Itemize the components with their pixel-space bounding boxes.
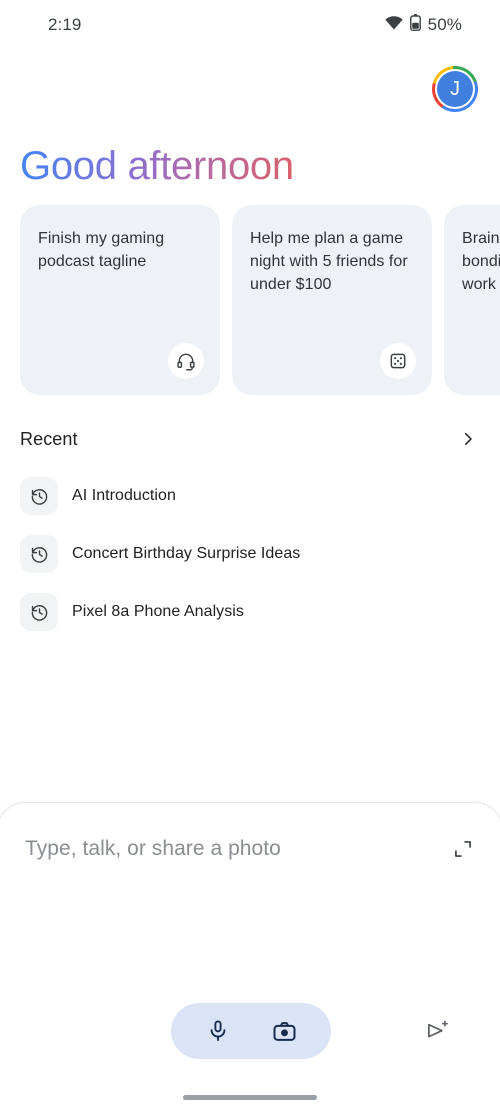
suggestion-card[interactable]: Brainstorm team bonding ideas for a work (444, 205, 500, 395)
headset-icon (168, 343, 204, 379)
list-item-label: Concert Birthday Surprise Ideas (72, 545, 301, 562)
history-icon (20, 593, 58, 631)
microphone-icon[interactable] (198, 1011, 238, 1051)
suggestion-card-text: Finish my gaming podcast tagline (38, 230, 165, 270)
composer-input-row (25, 835, 477, 863)
list-item-label: AI Introduction (72, 487, 176, 504)
wifi-icon (384, 15, 403, 35)
list-item-label: Pixel 8a Phone Analysis (72, 603, 244, 620)
account-avatar[interactable]: J (432, 66, 478, 112)
suggestion-card-text: Brainstorm team bonding ideas for a work (462, 230, 500, 293)
camera-icon[interactable] (264, 1011, 304, 1051)
recent-list: AI Introduction Concert Birthday Surpris… (20, 477, 480, 651)
avatar-initial: J (437, 71, 473, 107)
page-title: Good afternoon (20, 140, 294, 192)
voice-camera-pill[interactable] (171, 1003, 331, 1059)
recent-title: Recent (20, 428, 78, 449)
suggestion-card-carousel[interactable]: Finish my gaming podcast tagline Help me… (0, 205, 500, 395)
status-indicators: 50% (384, 14, 462, 36)
assistant-home-screen: 2:19 50% J Good afternoon Finish my gami… (0, 0, 500, 1111)
gesture-navigation-bar[interactable] (183, 1095, 317, 1100)
status-time: 2:19 (48, 15, 82, 34)
suggestion-card-text: Help me plan a game night with 5 friends… (250, 230, 408, 293)
suggestion-card[interactable]: Finish my gaming podcast tagline (20, 205, 220, 395)
list-item[interactable]: Concert Birthday Surprise Ideas (20, 535, 480, 573)
expand-icon[interactable] (449, 835, 477, 863)
composer-action-row (0, 1003, 500, 1059)
battery-percent-label: 50% (427, 15, 462, 34)
history-icon (20, 535, 58, 573)
status-bar: 2:19 50% (0, 0, 500, 50)
history-icon (20, 477, 58, 515)
chevron-right-icon[interactable] (456, 427, 480, 451)
message-input[interactable] (25, 837, 405, 861)
list-item[interactable]: AI Introduction (20, 477, 480, 515)
dice-icon (380, 343, 416, 379)
list-item[interactable]: Pixel 8a Phone Analysis (20, 593, 480, 631)
battery-icon (409, 14, 421, 36)
recent-section-header: Recent (20, 423, 480, 455)
suggestion-card[interactable]: Help me plan a game night with 5 friends… (232, 205, 432, 395)
send-sparkle-icon[interactable] (417, 1011, 457, 1051)
composer-sheet (0, 802, 500, 1111)
